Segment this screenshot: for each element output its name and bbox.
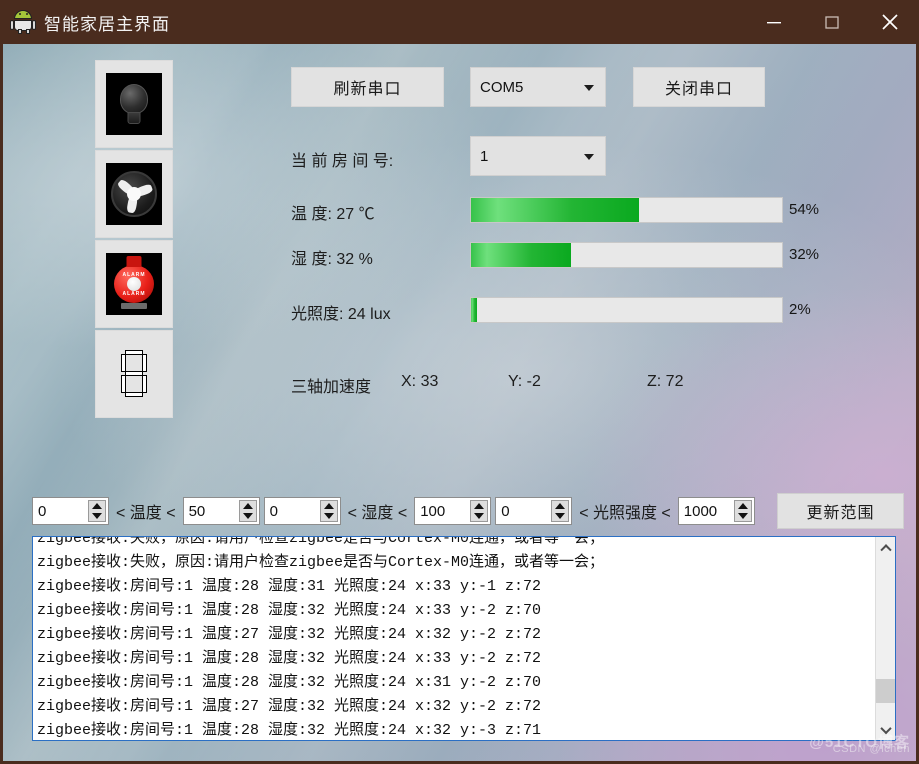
log-text: zigbee接收:失败，原因:请用户检查zigbee是否与Cortex-M0连通…	[37, 536, 605, 739]
room-number-label: 当 前 房 间 号:	[291, 153, 394, 170]
close-button[interactable]	[861, 0, 919, 44]
update-range-button[interactable]: 更新范围	[777, 493, 904, 529]
humidity-progress	[470, 242, 783, 268]
spinner-arrows-icon[interactable]	[470, 500, 489, 522]
maximize-button[interactable]	[803, 0, 861, 44]
serial-port-value: COM5	[480, 78, 524, 96]
android-robot-icon	[10, 9, 36, 35]
hum-min-spinner[interactable]: 0	[263, 497, 341, 525]
spinner-arrows-icon[interactable]	[238, 500, 257, 522]
accel-x-value: X: 33	[401, 373, 439, 390]
accel-z-value: Z: 72	[647, 373, 684, 390]
hum-min-value: 0	[269, 502, 278, 520]
light-bulb-button[interactable]	[95, 60, 173, 148]
temp-range-text: < 温度 <	[116, 505, 176, 522]
temp-max-value: 50	[188, 502, 206, 520]
humidity-percent: 32%	[789, 246, 820, 263]
log-scrollbar[interactable]	[875, 537, 895, 740]
log-output-box[interactable]: zigbee接收:失败，原因:请用户检查zigbee是否与Cortex-M0连通…	[32, 536, 896, 741]
room-number-value: 1	[480, 147, 489, 165]
spinner-arrows-icon[interactable]	[551, 500, 570, 522]
lux-max-value: 1000	[683, 502, 718, 520]
temp-max-spinner[interactable]: 50	[182, 497, 260, 525]
client-area: ALARM ALARM 刷新串口 COM5 关闭串口 当 前 房 间 号: 1 …	[3, 44, 916, 761]
lux-min-value: 0	[501, 502, 510, 520]
close-serial-button[interactable]: 关闭串口	[633, 67, 765, 107]
alarm-text-top: ALARM	[122, 272, 146, 278]
alarm-button[interactable]: ALARM ALARM	[95, 240, 173, 328]
serial-port-select[interactable]: COM5	[470, 67, 606, 107]
scrollbar-thumb[interactable]	[876, 679, 895, 703]
chevron-down-icon	[584, 85, 594, 91]
illuminance-percent: 2%	[789, 301, 811, 318]
scroll-up-icon[interactable]	[876, 537, 895, 557]
window-controls	[745, 0, 919, 44]
refresh-serial-button[interactable]: 刷新串口	[291, 67, 444, 107]
temperature-percent: 54%	[789, 201, 820, 218]
window-title: 智能家居主界面	[44, 14, 170, 34]
hum-max-spinner[interactable]: 100	[414, 497, 492, 525]
spinner-arrows-icon[interactable]	[733, 500, 752, 522]
temperature-label: 温 度: 27 ℃	[291, 206, 375, 223]
spinner-arrows-icon[interactable]	[88, 500, 106, 522]
seven-segment-display-icon	[106, 343, 162, 405]
hum-range-text: < 湿度 <	[347, 505, 408, 522]
temperature-progress	[470, 197, 783, 223]
temp-min-value: 0	[38, 502, 47, 520]
illuminance-label: 光照度: 24 lux	[291, 306, 391, 323]
illuminance-progress	[470, 297, 783, 323]
title-bar: 智能家居主界面	[0, 0, 919, 44]
lux-max-spinner[interactable]: 1000	[677, 497, 755, 525]
minimize-button[interactable]	[745, 0, 803, 44]
room-number-select[interactable]: 1	[470, 136, 606, 176]
chevron-down-icon	[584, 154, 594, 160]
app-window: 智能家居主界面 ALARM ALARM 刷新串口 COM5 关闭串口 当 前 房…	[0, 0, 919, 764]
hum-max-value: 100	[420, 502, 446, 520]
seven-segment-display-button[interactable]	[95, 330, 173, 418]
scroll-down-icon[interactable]	[876, 720, 895, 740]
temp-min-spinner[interactable]: 0	[32, 497, 109, 525]
accel-y-value: Y: -2	[508, 373, 541, 390]
humidity-label: 湿 度: 32 %	[291, 251, 373, 268]
spinner-arrows-icon[interactable]	[319, 500, 338, 522]
fan-icon	[106, 163, 162, 225]
alarm-icon: ALARM ALARM	[106, 253, 162, 315]
light-bulb-icon	[106, 73, 162, 135]
accel-label: 三轴加速度	[291, 379, 372, 396]
lux-min-spinner[interactable]: 0	[495, 497, 573, 525]
watermark-line-2: CSDN @lchen	[832, 743, 910, 755]
fan-button[interactable]	[95, 150, 173, 238]
alarm-text-bottom: ALARM	[122, 291, 146, 297]
lux-range-text: < 光照强度 <	[579, 505, 671, 522]
threshold-range-row: 0 < 温度 < 50 0 < 湿度 < 100 0 < 光照强度 < 1000…	[32, 493, 904, 529]
